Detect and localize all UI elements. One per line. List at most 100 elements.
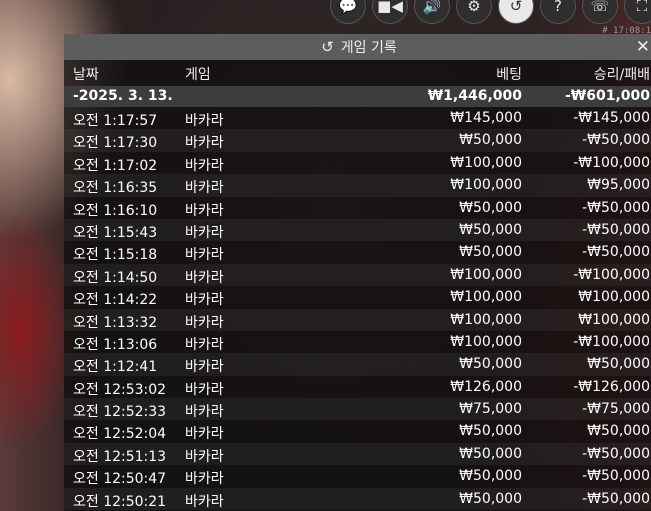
history-row[interactable]: 오전 1:13:32 바카라 ₩100,000 ₩100,000 bbox=[64, 308, 651, 331]
fullscreen-icon: ⛶ bbox=[636, 0, 648, 15]
row-time: 오전 1:15:18 bbox=[73, 247, 158, 264]
history-button[interactable]: ↺ bbox=[498, 0, 534, 24]
column-header-game[interactable]: 게임 bbox=[185, 64, 211, 84]
row-game: 바카라 bbox=[185, 157, 224, 174]
history-row[interactable]: 오전 12:53:02 바카라 ₩126,000 -₩126,000 bbox=[64, 376, 651, 398]
phone-icon: ☏ bbox=[590, 0, 610, 15]
row-game: 바카라 bbox=[185, 292, 224, 309]
row-time: 오전 1:15:43 bbox=[73, 224, 158, 241]
history-row[interactable]: 오전 1:16:10 바카라 ₩50,000 -₩50,000 bbox=[64, 197, 651, 219]
row-game: 바카라 bbox=[185, 359, 224, 376]
row-time: 오전 1:17:02 bbox=[73, 157, 158, 174]
history-row[interactable]: 오전 1:17:57 바카라 ₩145,000 -₩145,000 bbox=[64, 107, 651, 129]
row-time: 오전 1:14:22 bbox=[73, 292, 158, 309]
row-bet: ₩75,000 bbox=[459, 401, 522, 418]
row-time: 오전 1:13:32 bbox=[73, 314, 158, 331]
row-result: -₩50,000 bbox=[582, 468, 650, 485]
row-bet: ₩50,000 bbox=[459, 221, 522, 238]
row-game: 바카라 bbox=[185, 224, 224, 241]
row-result: ₩50,000 bbox=[587, 356, 650, 373]
row-bet: ₩50,000 bbox=[459, 490, 522, 507]
speaker-button[interactable]: 🔊 bbox=[414, 0, 450, 24]
row-result: -₩75,000 bbox=[582, 401, 650, 418]
phone-button[interactable]: ☏ bbox=[582, 0, 618, 24]
chat-icon: 💬 bbox=[338, 0, 358, 15]
history-row[interactable]: 오전 1:17:02 바카라 ₩100,000 -₩100,000 bbox=[64, 152, 651, 174]
history-row[interactable]: 오전 12:52:04 바카라 ₩50,000 ₩50,000 bbox=[64, 420, 651, 442]
date-group-label[interactable]: -2025. 3. 13. bbox=[73, 88, 173, 104]
row-result: -₩145,000 bbox=[573, 110, 650, 126]
row-result: -₩126,000 bbox=[573, 378, 650, 395]
row-game: 바카라 bbox=[185, 404, 224, 421]
row-game: 바카라 bbox=[185, 269, 224, 286]
history-row[interactable]: 오전 1:15:43 바카라 ₩50,000 -₩50,000 bbox=[64, 218, 651, 242]
history-row[interactable]: 오전 1:13:06 바카라 ₩100,000 -₩100,000 bbox=[64, 331, 651, 353]
row-game: 바카라 bbox=[185, 180, 224, 197]
history-row[interactable]: 오전 1:14:22 바카라 ₩100,000 ₩100,000 bbox=[64, 286, 651, 308]
fullscreen-button[interactable]: ⛶ bbox=[624, 0, 651, 24]
row-time: 오전 12:52:04 bbox=[73, 426, 167, 443]
video-button[interactable]: ■◀ bbox=[372, 0, 408, 24]
row-game: 바카라 bbox=[185, 202, 224, 219]
row-game: 바카라 bbox=[185, 135, 224, 152]
row-bet: ₩50,000 bbox=[459, 356, 522, 373]
history-row[interactable]: 오전 1:16:35 바카라 ₩100,000 ₩95,000 bbox=[64, 174, 651, 197]
row-time: 오전 1:14:50 bbox=[73, 269, 158, 286]
row-game: 바카라 bbox=[185, 493, 224, 510]
history-row[interactable]: 오전 1:17:30 바카라 ₩50,000 -₩50,000 bbox=[64, 129, 651, 152]
row-time: 오전 1:17:57 bbox=[73, 113, 158, 129]
row-bet: ₩50,000 bbox=[459, 468, 522, 485]
row-bet: ₩50,000 bbox=[459, 445, 522, 462]
row-result: -₩100,000 bbox=[573, 266, 650, 283]
gear-button[interactable]: ⚙ bbox=[456, 0, 492, 24]
row-game: 바카라 bbox=[185, 471, 224, 488]
help-button[interactable]: ? bbox=[540, 0, 576, 24]
row-result: -₩100,000 bbox=[573, 333, 650, 350]
row-result: -₩50,000 bbox=[582, 221, 650, 238]
chat-button[interactable]: 💬 bbox=[330, 0, 366, 24]
date-group-bet-total: ₩1,446,000 bbox=[427, 88, 522, 104]
date-group-result-total: -₩601,000 bbox=[564, 88, 650, 104]
row-game: 바카라 bbox=[185, 448, 224, 465]
gear-icon: ⚙ bbox=[467, 0, 481, 15]
row-result: ₩95,000 bbox=[587, 177, 650, 194]
history-row[interactable]: 오전 1:15:18 바카라 ₩50,000 -₩50,000 bbox=[64, 241, 651, 263]
row-game: 바카라 bbox=[185, 381, 224, 398]
history-row[interactable]: 오전 12:50:21 바카라 ₩50,000 -₩50,000 bbox=[64, 487, 651, 511]
row-time: 오전 12:50:21 bbox=[73, 493, 167, 510]
row-bet: ₩145,000 bbox=[450, 110, 522, 126]
history-rows: 오전 1:17:57 바카라 ₩145,000 -₩145,000 오전 1:17:30… bbox=[64, 107, 651, 511]
row-result: -₩50,000 bbox=[582, 244, 650, 261]
row-result: -₩100,000 bbox=[573, 154, 650, 171]
row-result: -₩50,000 bbox=[582, 199, 650, 216]
row-bet: ₩50,000 bbox=[459, 199, 522, 216]
row-bet: ₩50,000 bbox=[459, 244, 522, 261]
date-group-row[interactable]: -2025. 3. 13. ₩1,446,000 -₩601,000 bbox=[64, 86, 651, 107]
row-time: 오전 1:13:06 bbox=[73, 336, 158, 353]
history-row[interactable]: 오전 1:12:41 바카라 ₩50,000 ₩50,000 bbox=[64, 353, 651, 376]
row-bet: ₩100,000 bbox=[450, 333, 522, 350]
history-row[interactable]: 오전 12:52:33 바카라 ₩75,000 -₩75,000 bbox=[64, 398, 651, 421]
history-icon: ↺ bbox=[509, 0, 523, 15]
row-game: 바카라 bbox=[185, 113, 224, 129]
history-row[interactable]: 오전 12:51:13 바카라 ₩50,000 -₩50,000 bbox=[64, 442, 651, 466]
history-row[interactable]: 오전 12:50:47 바카라 ₩50,000 -₩50,000 bbox=[64, 465, 651, 487]
row-bet: ₩100,000 bbox=[450, 177, 522, 194]
row-bet: ₩100,000 bbox=[450, 289, 522, 306]
row-time: 오전 12:50:47 bbox=[73, 471, 167, 488]
row-result: -₩50,000 bbox=[582, 132, 650, 149]
history-row[interactable]: 오전 1:14:50 바카라 ₩100,000 -₩100,000 bbox=[64, 263, 651, 287]
help-icon: ? bbox=[554, 0, 562, 15]
row-time: 오전 1:16:10 bbox=[73, 202, 158, 219]
row-time: 오전 12:51:13 bbox=[73, 448, 167, 465]
row-result: ₩50,000 bbox=[587, 423, 650, 440]
video-icon: ■◀ bbox=[377, 0, 403, 15]
column-header-bet[interactable]: 베팅 bbox=[496, 64, 522, 84]
column-header-result[interactable]: 승리/패배 bbox=[594, 64, 650, 84]
column-header-date[interactable]: 날짜 bbox=[73, 64, 99, 84]
panel-title: 게임 기록 bbox=[340, 40, 397, 56]
close-icon[interactable]: ✕ bbox=[636, 37, 650, 57]
row-game: 바카라 bbox=[185, 336, 224, 353]
row-bet: ₩100,000 bbox=[450, 266, 522, 283]
row-bet: ₩50,000 bbox=[459, 132, 522, 149]
